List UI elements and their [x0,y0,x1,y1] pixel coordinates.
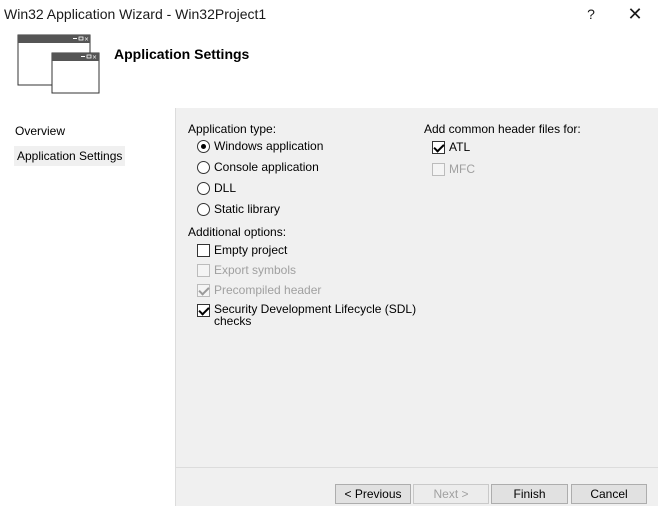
finish-button[interactable]: Finish [491,484,568,504]
window-title: Win32 Application Wizard - Win32Project1 [4,6,267,22]
radio-label: Static library [214,202,281,216]
checkbox-indicator [197,284,210,297]
radio-indicator[interactable] [197,161,210,174]
checkbox-empty-project[interactable]: Empty project [197,243,287,257]
radio-indicator[interactable] [197,203,210,216]
footer-divider [176,467,658,468]
close-button[interactable]: ✕ [612,0,658,28]
close-icon: ✕ [627,3,643,24]
previous-button[interactable]: < Previous [335,484,411,504]
wizard-nav: Overview Application Settings [0,108,175,506]
nav-item-application-settings[interactable]: Application Settings [14,146,126,166]
svg-text:×: × [92,54,97,61]
help-icon: ? [587,6,595,22]
svg-text:×: × [84,36,89,43]
radio-indicator[interactable] [197,182,210,195]
checkbox-label-line2: checks [214,314,252,328]
radio-dll[interactable]: DLL [197,181,236,195]
checkbox-label: MFC [449,162,475,176]
checkbox-indicator [432,163,445,176]
next-button[interactable]: Next > [413,484,489,504]
checkbox-indicator[interactable] [432,141,445,154]
application-type-label: Application type: [188,122,277,136]
checkbox-sdl-checks[interactable]: Security Development Lifecycle (SDL) che… [197,303,416,327]
page-title: Application Settings [114,46,250,62]
checkbox-mfc: MFC [432,162,475,176]
checkbox-label: ATL [449,140,471,154]
help-button[interactable]: ? [568,0,614,28]
radio-indicator[interactable] [197,140,210,153]
radio-static-library[interactable]: Static library [197,202,280,216]
checkbox-indicator [197,264,210,277]
checkbox-label: Precompiled header [214,283,322,297]
header-files-label: Add common header files for: [424,122,581,136]
radio-windows-application[interactable]: Windows application [197,139,323,153]
checkbox-atl[interactable]: ATL [432,140,470,154]
wizard-windows-icon: × × [17,34,100,94]
title-bar: Win32 Application Wizard - Win32Project1… [0,0,658,28]
radio-label: Console application [214,160,319,174]
checkbox-label: Export symbols [214,263,297,277]
checkbox-label: Empty project [214,243,288,257]
radio-label: Windows application [214,139,324,153]
wizard-header: × × Application Settings [0,28,658,108]
checkbox-export-symbols: Export symbols [197,263,296,277]
nav-item-overview[interactable]: Overview [12,121,68,141]
settings-panel: Application type: Windows application Co… [175,108,658,506]
checkbox-indicator[interactable] [197,244,210,257]
cancel-button[interactable]: Cancel [571,484,647,504]
checkbox-label: Security Development Lifecycle (SDL) che… [214,303,416,327]
checkbox-precompiled-header: Precompiled header [197,283,321,297]
additional-options-label: Additional options: [188,225,287,239]
radio-label: DLL [214,181,237,195]
checkbox-indicator[interactable] [197,304,210,317]
radio-console-application[interactable]: Console application [197,160,319,174]
